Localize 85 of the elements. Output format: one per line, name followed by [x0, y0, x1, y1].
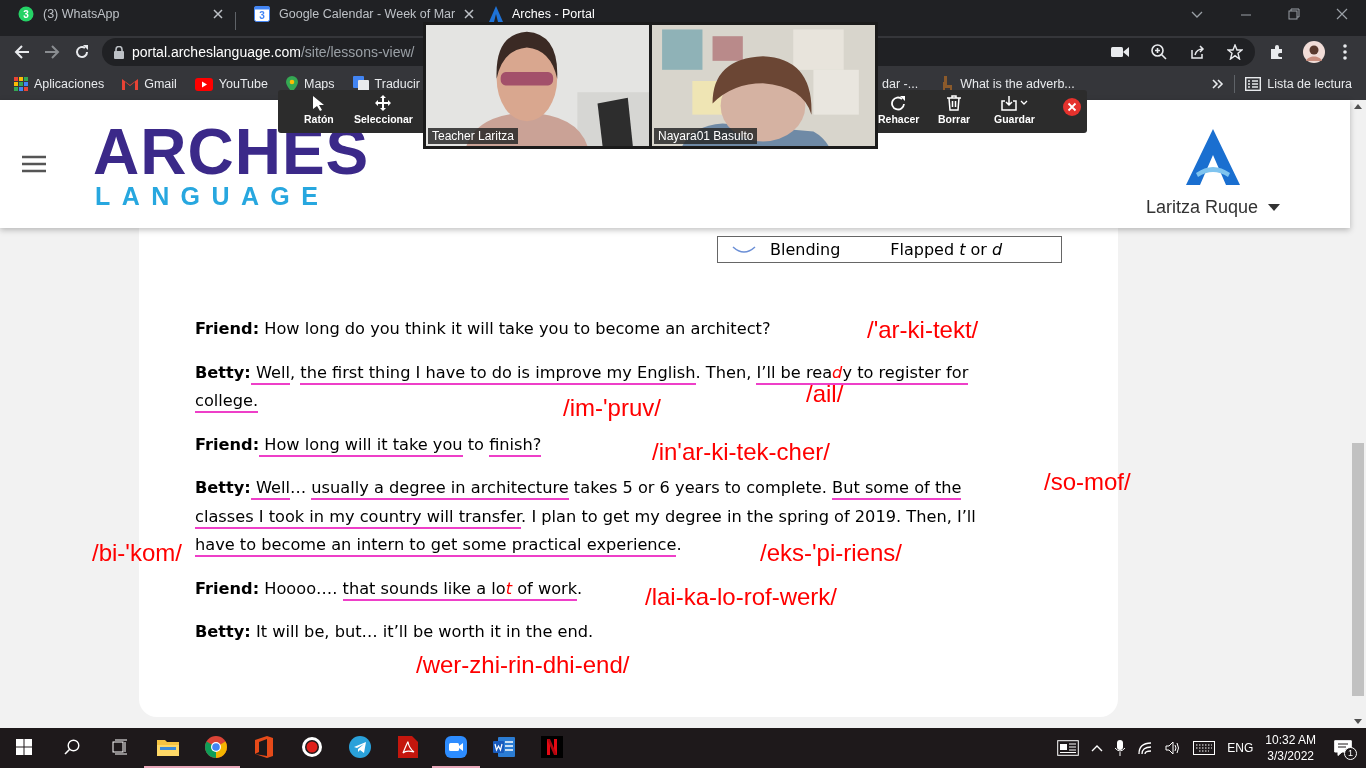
reload-icon[interactable]	[74, 44, 90, 60]
close-icon[interactable]	[1063, 98, 1081, 116]
browser-tab[interactable]: 3 (3) WhatsApp	[0, 6, 235, 22]
chrome-icon[interactable]	[205, 736, 227, 758]
windows-start-icon[interactable]	[16, 739, 32, 755]
trash-icon	[946, 95, 963, 111]
camera-icon[interactable]	[1111, 46, 1129, 58]
bookmark-link[interactable]: Aplicaciones	[14, 76, 105, 92]
participant-name: Nayara01 Basulto	[654, 128, 758, 144]
reading-list-button[interactable]: Lista de lectura	[1245, 77, 1352, 91]
lock-icon	[114, 45, 124, 59]
news-icon[interactable]	[1057, 740, 1080, 756]
browser-tab[interactable]: 3 Google Calendar - Week of Mar	[236, 6, 471, 22]
double-chevron-icon[interactable]	[1212, 78, 1225, 90]
dialogue-line: Friend: How long will it take you to finish?	[195, 430, 542, 459]
logo-tagline: LANGUAGE	[95, 181, 330, 211]
menu-dots-icon[interactable]	[1343, 44, 1347, 60]
dialogue-line: Betty: It will be, but… it’ll be worth it in the end.	[195, 621, 594, 643]
play-icon[interactable]	[194, 77, 213, 91]
bookmark-link[interactable]: YouTube	[194, 76, 268, 92]
back-arrow-icon[interactable]	[14, 44, 30, 60]
close-icon[interactable]	[464, 9, 475, 19]
calendar-icon: 3	[254, 6, 270, 22]
legend-label: Blending	[770, 240, 841, 259]
browser-tab[interactable]: Arches - Portal	[471, 6, 721, 22]
avatar-icon[interactable]	[1303, 41, 1325, 63]
puzzle-icon[interactable]	[1269, 44, 1285, 60]
menu-icon[interactable]	[22, 155, 46, 173]
mail-icon[interactable]	[122, 78, 139, 90]
apps-grid-icon[interactable]	[14, 77, 28, 91]
keyboard-icon[interactable]	[1193, 741, 1216, 755]
clock-date: 3/3/2022	[1267, 748, 1314, 764]
handwritten-note: /ail/	[806, 381, 844, 407]
handwritten-note: /'ar-ki-tekt/	[867, 317, 979, 343]
chevron-up-icon[interactable]	[1091, 744, 1104, 752]
handwritten-note: /wer-zhi-rin-dhi-end/	[416, 652, 630, 678]
pdf-icon[interactable]	[398, 736, 418, 758]
legend-label: Flapped t or d	[890, 240, 1003, 259]
n-ribbon-icon[interactable]	[541, 736, 563, 758]
user-menu[interactable]: Laritza Ruque	[1145, 196, 1280, 218]
arc-icon	[732, 244, 756, 255]
toolbar-button[interactable]: Guardar	[990, 93, 1039, 127]
zoom-icon[interactable]	[1151, 44, 1167, 60]
caret-icon	[1268, 203, 1280, 211]
triangle-logo-icon	[489, 6, 503, 22]
video-camera-icon[interactable]	[445, 736, 467, 758]
handwritten-note: /in'ar-ki-tek-cher/	[652, 439, 830, 465]
dialogue-line: Friend: How long do you think it will take you to become an architect?	[195, 318, 771, 340]
microphone-icon[interactable]	[1115, 740, 1126, 756]
triangle-logo-icon	[1185, 128, 1240, 185]
bookmark-link[interactable]: dar -...	[882, 76, 919, 92]
task-view-icon[interactable]	[112, 739, 128, 755]
handwritten-note: /im-'pruv/	[563, 395, 661, 421]
download-icon	[1000, 95, 1029, 111]
whatsapp-icon: 3	[18, 6, 34, 22]
dialogue-line: Friend: Hoooo…. that sounds like a lot of work.	[195, 574, 583, 603]
move-arrows-icon	[375, 95, 392, 111]
forward-arrow-icon[interactable]	[44, 44, 60, 60]
toolbar-button[interactable]: Borrar	[934, 93, 975, 127]
scroll-down-icon[interactable]	[1354, 719, 1362, 724]
clock-time: 10:32 AM	[1265, 732, 1316, 748]
document-icon[interactable]	[493, 737, 515, 757]
handwritten-note: /so-mof/	[1044, 469, 1131, 495]
notification-count: 1	[1344, 747, 1357, 760]
office-icon[interactable]	[255, 736, 273, 758]
share-icon[interactable]	[1189, 44, 1205, 60]
record-icon[interactable]	[301, 736, 323, 758]
star-icon[interactable]	[1227, 44, 1243, 60]
participant-name: Teacher Laritza	[428, 128, 519, 144]
close-icon[interactable]	[213, 9, 223, 19]
speaker-icon[interactable]	[1165, 741, 1182, 755]
handwritten-note: /lai-ka-lo-rof-werk/	[645, 584, 838, 610]
search-icon[interactable]	[64, 739, 80, 755]
cursor-icon	[311, 95, 326, 111]
toolbar-button[interactable]: Rehacer	[874, 93, 924, 127]
language-indicator[interactable]: ENG	[1227, 741, 1254, 755]
list-icon	[1245, 77, 1262, 91]
wifi-icon[interactable]	[1137, 741, 1154, 755]
paper-plane-icon[interactable]	[349, 736, 371, 758]
redo-icon	[889, 95, 908, 111]
bookmark-link[interactable]: Gmail	[122, 76, 177, 92]
folder-icon[interactable]	[157, 738, 179, 756]
handwritten-note: /bi-'kom/	[92, 540, 182, 566]
scroll-up-icon[interactable]	[1354, 104, 1362, 109]
handwritten-note: /eks-'pi-riens/	[760, 540, 902, 566]
